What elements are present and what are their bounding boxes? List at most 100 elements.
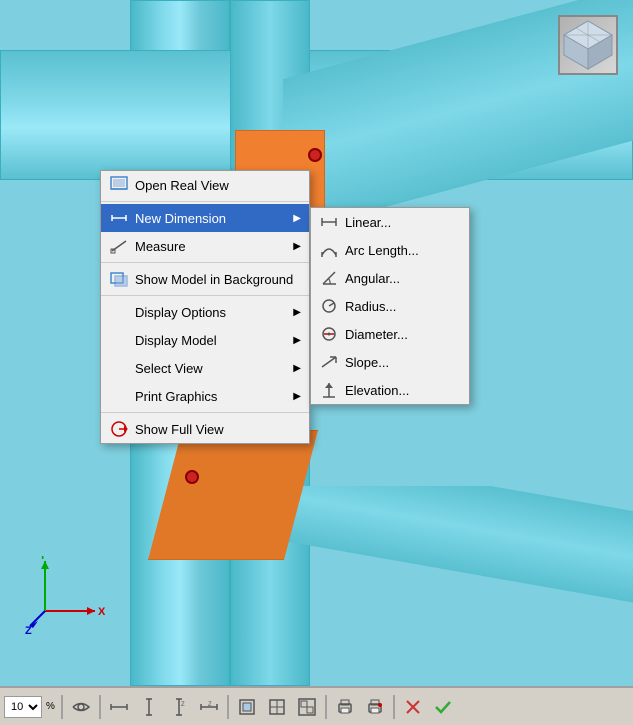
close-icon bbox=[404, 698, 422, 716]
show-model-bg-icon bbox=[109, 269, 129, 289]
toolbar: 10 25 50 75 100 % bbox=[0, 686, 633, 725]
check-icon bbox=[434, 698, 452, 716]
context-menu: Open Real View New Dimension ▶ bbox=[100, 170, 310, 444]
submenu-label-angular: Angular... bbox=[345, 271, 400, 286]
3d-viewport: X Y Z Open Real View bbox=[0, 0, 633, 686]
svg-text:X: X bbox=[98, 606, 105, 618]
menu-label-open-real-view: Open Real View bbox=[135, 178, 301, 193]
cube-navigator[interactable] bbox=[558, 15, 618, 75]
menu-label-measure: Measure bbox=[135, 239, 289, 254]
menu-separator-3 bbox=[101, 295, 309, 296]
red-dot-upper bbox=[308, 148, 322, 162]
menu-label-new-dimension: New Dimension bbox=[135, 211, 289, 226]
arc-length-icon bbox=[319, 240, 339, 260]
tb-btn-view[interactable] bbox=[67, 693, 95, 721]
submenu-label-linear: Linear... bbox=[345, 215, 391, 230]
elevation-icon bbox=[319, 380, 339, 400]
menu-item-display-options[interactable]: Display Options ▶ bbox=[101, 298, 309, 326]
submenu-item-arc-length[interactable]: Arc Length... bbox=[311, 236, 469, 264]
submenu-item-elevation[interactable]: Elevation... bbox=[311, 376, 469, 404]
menu-separator-4 bbox=[101, 412, 309, 413]
cube-nav-icon bbox=[560, 17, 616, 73]
display-model-icon bbox=[109, 330, 129, 350]
printer2-icon bbox=[366, 698, 384, 716]
submenu-item-linear[interactable]: Linear... bbox=[311, 208, 469, 236]
tb-btn-box2[interactable] bbox=[263, 693, 291, 721]
submenu-item-radius[interactable]: Radius... bbox=[311, 292, 469, 320]
menu-item-show-full-view[interactable]: Show Full View bbox=[101, 415, 309, 443]
tb-btn-close[interactable] bbox=[399, 693, 427, 721]
zoom-unit: % bbox=[46, 701, 55, 712]
toolbar-sep-2 bbox=[99, 695, 101, 719]
submenu-label-arc-length: Arc Length... bbox=[345, 243, 419, 258]
select-view-icon bbox=[109, 358, 129, 378]
svg-text:Z: Z bbox=[25, 625, 32, 636]
menu-item-open-real-view[interactable]: Open Real View bbox=[101, 171, 309, 199]
tb-btn-printer[interactable] bbox=[331, 693, 359, 721]
tb-btn-ruler-ht[interactable]: Z bbox=[195, 693, 223, 721]
radius-icon bbox=[319, 296, 339, 316]
diameter-icon bbox=[319, 324, 339, 344]
submenu-label-radius: Radius... bbox=[345, 299, 396, 314]
submenu-arrow-select-view: ▶ bbox=[293, 363, 301, 374]
svg-text:Z: Z bbox=[181, 702, 185, 708]
tb-btn-ruler-v[interactable] bbox=[135, 693, 163, 721]
menu-item-select-view[interactable]: Select View ▶ bbox=[101, 354, 309, 382]
menu-item-print-graphics[interactable]: Print Graphics ▶ bbox=[101, 382, 309, 410]
submenu-item-diameter[interactable]: Diameter... bbox=[311, 320, 469, 348]
tb-btn-check[interactable] bbox=[429, 693, 457, 721]
display-options-icon bbox=[109, 302, 129, 322]
linear-icon bbox=[319, 212, 339, 232]
menu-item-display-model[interactable]: Display Model ▶ bbox=[101, 326, 309, 354]
submenu-label-slope: Slope... bbox=[345, 355, 389, 370]
new-dimension-icon bbox=[109, 208, 129, 228]
menu-separator-2 bbox=[101, 262, 309, 263]
menu-item-measure[interactable]: Measure ▶ bbox=[101, 232, 309, 260]
submenu-arrow-display-options: ▶ bbox=[293, 307, 301, 318]
coordinate-axes: X Y Z bbox=[25, 556, 105, 636]
printer-icon bbox=[336, 698, 354, 716]
submenu-arrow-display-model: ▶ bbox=[293, 335, 301, 346]
tb-btn-ruler-h[interactable] bbox=[105, 693, 133, 721]
svg-text:Z: Z bbox=[208, 702, 212, 708]
submenu-label-diameter: Diameter... bbox=[345, 327, 408, 342]
menu-label-display-options: Display Options bbox=[135, 305, 289, 320]
toolbar-sep-5 bbox=[393, 695, 395, 719]
tb-btn-ruler-vt[interactable]: Z bbox=[165, 693, 193, 721]
ruler-vt-icon: Z bbox=[170, 698, 188, 716]
open-real-view-icon bbox=[109, 175, 129, 195]
submenu-new-dimension: Linear... Arc Length... bbox=[310, 207, 470, 405]
ruler-v-icon bbox=[140, 698, 158, 716]
print-graphics-icon bbox=[109, 386, 129, 406]
ruler-ht-icon: Z bbox=[200, 698, 218, 716]
menu-label-show-full-view: Show Full View bbox=[135, 422, 301, 437]
tb-btn-box1[interactable] bbox=[233, 693, 261, 721]
main-menu: Open Real View New Dimension ▶ bbox=[100, 170, 310, 444]
menu-separator-1 bbox=[101, 201, 309, 202]
submenu-arrow-measure: ▶ bbox=[293, 241, 301, 252]
submenu-arrow-new-dimension: ▶ bbox=[293, 213, 301, 224]
menu-label-print-graphics: Print Graphics bbox=[135, 389, 289, 404]
frame3-icon bbox=[298, 698, 316, 716]
menu-label-display-model: Display Model bbox=[135, 333, 289, 348]
submenu-item-angular[interactable]: Angular... bbox=[311, 264, 469, 292]
menu-label-select-view: Select View bbox=[135, 361, 289, 376]
slope-icon bbox=[319, 352, 339, 372]
toolbar-sep-4 bbox=[325, 695, 327, 719]
zoom-select[interactable]: 10 25 50 75 100 bbox=[4, 696, 42, 718]
svg-text:Y: Y bbox=[39, 556, 47, 562]
frame2-icon bbox=[268, 698, 286, 716]
menu-label-show-model-bg: Show Model in Background bbox=[135, 272, 301, 287]
submenu-item-slope[interactable]: Slope... bbox=[311, 348, 469, 376]
tb-btn-printer2[interactable] bbox=[361, 693, 389, 721]
submenu-label-elevation: Elevation... bbox=[345, 383, 409, 398]
frame-icon bbox=[238, 698, 256, 716]
submenu-arrow-print-graphics: ▶ bbox=[293, 391, 301, 402]
menu-item-show-model-bg[interactable]: Show Model in Background bbox=[101, 265, 309, 293]
angular-icon bbox=[319, 268, 339, 288]
eye-icon bbox=[72, 698, 90, 716]
show-full-view-icon bbox=[109, 419, 129, 439]
menu-item-new-dimension[interactable]: New Dimension ▶ bbox=[101, 204, 309, 232]
tb-btn-box3[interactable] bbox=[293, 693, 321, 721]
red-dot-lower bbox=[185, 470, 199, 484]
